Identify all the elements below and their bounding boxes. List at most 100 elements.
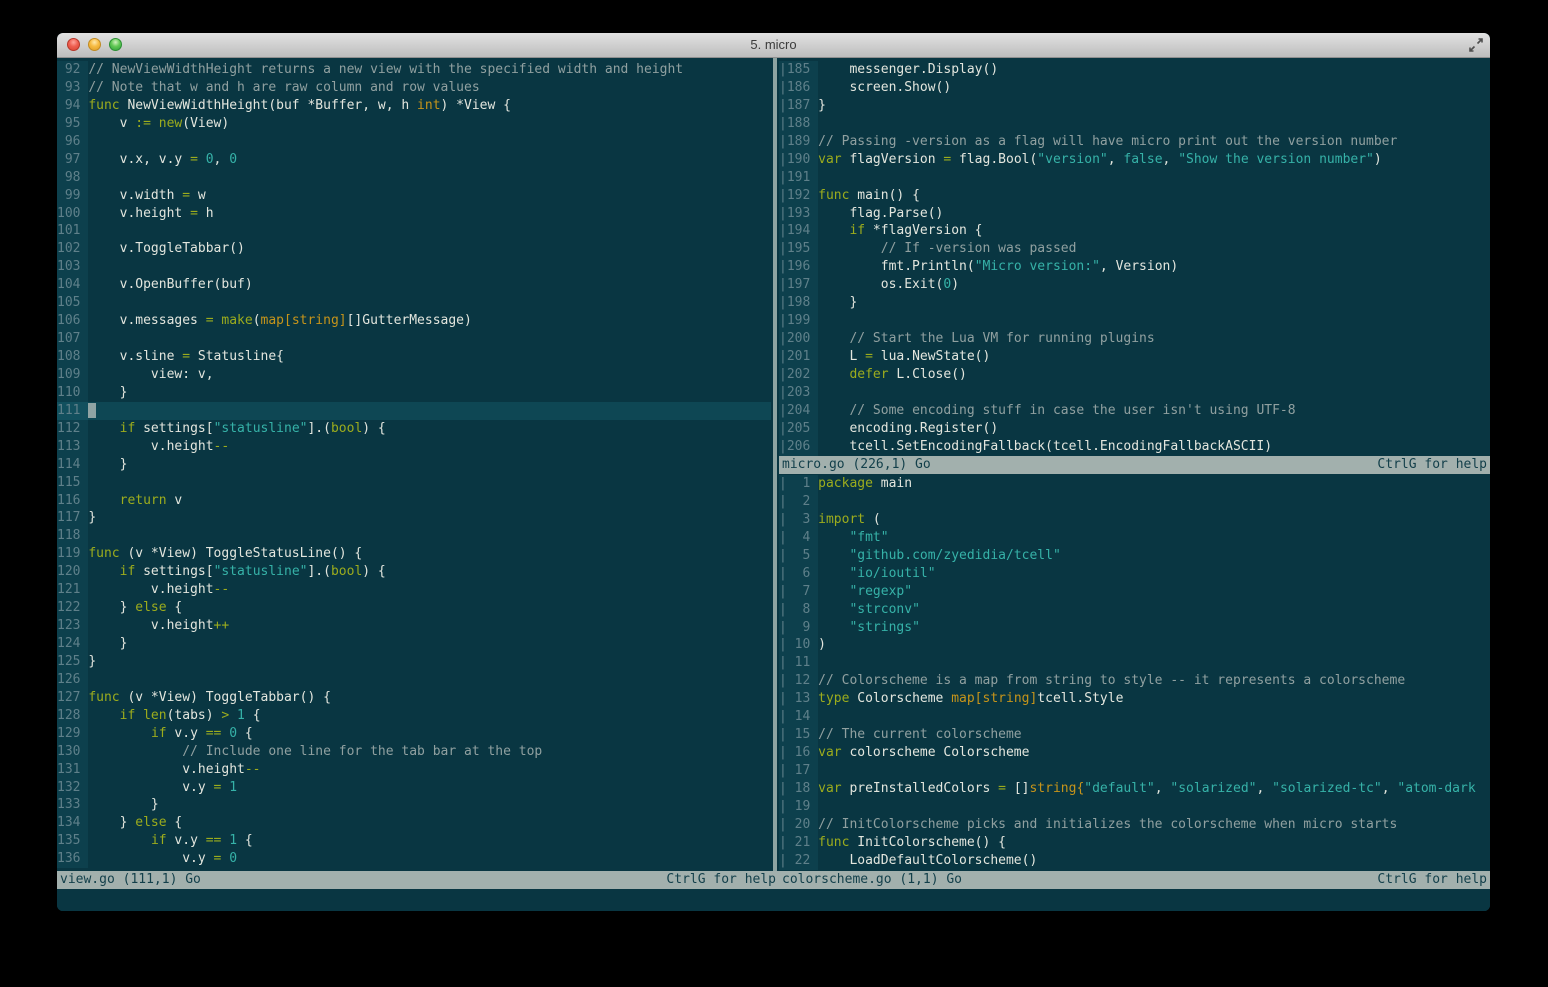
code-line[interactable]: 92 // NewViewWidthHeight returns a new v… [57, 61, 771, 79]
code-line[interactable]: 97 v.x, v.y = 0, 0 [57, 150, 771, 169]
code-line[interactable]: 117 } [57, 509, 771, 528]
code-line[interactable]: |201 L = lua.NewState() [779, 348, 1490, 366]
code-line[interactable]: 102 v.ToggleTabbar() [57, 240, 771, 259]
code-line[interactable]: 104 v.OpenBuffer(buf) [57, 276, 771, 295]
code-line[interactable]: | 4 "fmt" [779, 528, 1490, 547]
code-line[interactable]: 122 } else { [57, 599, 771, 618]
code-line[interactable]: 101 [57, 222, 771, 241]
code-line[interactable]: | 17 [779, 762, 1490, 780]
code-line[interactable]: | 22 LoadDefaultColorscheme() [779, 851, 1490, 870]
line-number: | 2 [779, 492, 819, 511]
code-line[interactable]: | 20 // InitColorscheme picks and initia… [779, 815, 1490, 834]
code-line[interactable]: |189 // Passing -version as a flag will … [779, 132, 1490, 151]
titlebar[interactable]: 5. micro [57, 33, 1490, 58]
code-line[interactable]: 108 v.sline = Statusline{ [57, 348, 771, 366]
code-line[interactable]: | 9 "strings" [779, 618, 1490, 637]
code-line[interactable]: 100 v.height = h [57, 204, 771, 223]
code-line[interactable]: 133 } [57, 796, 771, 815]
code-line[interactable]: |185 messenger.Display() [779, 61, 1490, 79]
code-line[interactable]: 123 v.height++ [57, 617, 771, 635]
code-line[interactable]: | 19 [779, 797, 1490, 816]
code-line[interactable]: | 16 var colorscheme Colorscheme [779, 744, 1490, 762]
code-line[interactable]: 115 [57, 473, 771, 492]
code-line[interactable]: 98 [57, 168, 771, 187]
code-line[interactable]: 121 v.height-- [57, 581, 771, 600]
code-line[interactable]: 112 if settings["statusline"].(bool) { [57, 419, 771, 438]
code-line[interactable]: 126 [57, 670, 771, 689]
code-line[interactable]: 131 v.height-- [57, 760, 771, 779]
code-line[interactable]: | 1 package main [779, 475, 1490, 493]
code-line[interactable]: 127 func (v *View) ToggleTabbar() { [57, 688, 771, 707]
code-line[interactable]: |190 var flagVersion = flag.Bool("versio… [779, 150, 1490, 169]
code-line[interactable]: |186 screen.Show() [779, 78, 1490, 97]
code-line[interactable]: 118 [57, 527, 771, 546]
code-line[interactable]: | 14 [779, 708, 1490, 727]
editor-pane-micro-go[interactable]: |185 messenger.Display() |186 screen.Show… [779, 58, 1490, 456]
code-line[interactable]: |191 [779, 168, 1490, 187]
code-line[interactable]: |203 [779, 383, 1490, 402]
code-line[interactable]: |193 flag.Parse() [779, 204, 1490, 223]
line-number: | 22 [779, 851, 819, 870]
code-line[interactable]: | 13 type Colorscheme map[string]tcell.S… [779, 690, 1490, 709]
line-number: |205 [779, 419, 819, 438]
code-line[interactable]: |196 fmt.Println("Micro version:", Versi… [779, 258, 1490, 277]
line-number: |191 [779, 168, 819, 187]
code-line[interactable]: 111 [57, 401, 771, 420]
code-line[interactable]: | 10 ) [779, 636, 1490, 655]
code-line[interactable]: |200 // Start the Lua VM for running plu… [779, 330, 1490, 348]
code-line[interactable]: |198 } [779, 294, 1490, 313]
code-line[interactable]: 128 if len(tabs) > 1 { [57, 706, 771, 725]
code-line[interactable]: 95 v := new(View) [57, 114, 771, 133]
code-line[interactable]: | 21 func InitColorscheme() { [779, 833, 1490, 852]
code-line[interactable]: 103 [57, 258, 771, 277]
code-line[interactable]: 110 } [57, 383, 771, 402]
code-line[interactable]: 106 v.messages = make(map[string][]Gutte… [57, 312, 771, 331]
code-line[interactable]: | 2 [779, 492, 1490, 511]
line-number: 126 [57, 670, 89, 689]
code-line[interactable]: 130 // Include one line for the tab bar … [57, 742, 771, 761]
code-line[interactable]: |199 [779, 312, 1490, 331]
code-line[interactable]: | 5 "github.com/zyedidia/tcell" [779, 546, 1490, 565]
code-line[interactable]: 132 v.y = 1 [57, 778, 771, 797]
code-line[interactable]: 134 } else { [57, 814, 771, 833]
code-line[interactable]: | 11 [779, 654, 1490, 673]
code-line[interactable]: |188 [779, 114, 1490, 133]
code-line[interactable]: 120 if settings["statusline"].(bool) { [57, 563, 771, 582]
code-line[interactable]: | 12 // Colorscheme is a map from string… [779, 672, 1490, 691]
code-line[interactable]: 125 } [57, 652, 771, 671]
code-line[interactable]: |204 // Some encoding stuff in case the … [779, 401, 1490, 420]
code-line[interactable]: |194 if *flagVersion { [779, 222, 1490, 241]
code-line[interactable]: | 15 // The current colorscheme [779, 726, 1490, 745]
split-divider[interactable] [773, 58, 777, 871]
code-line[interactable]: |197 os.Exit(0) [779, 276, 1490, 295]
code-line[interactable]: |195 // If -version was passed [779, 240, 1490, 259]
code-line[interactable]: 94 func NewViewWidthHeight(buf *Buffer, … [57, 96, 771, 115]
fullscreen-arrows-icon[interactable] [1468, 37, 1484, 53]
code-line[interactable]: | 8 "strconv" [779, 600, 1490, 619]
code-line[interactable]: |192 func main() { [779, 186, 1490, 205]
code-line[interactable]: 129 if v.y == 0 { [57, 724, 771, 743]
code-line[interactable]: |205 encoding.Register() [779, 419, 1490, 438]
editor-pane-colorscheme-go[interactable]: | 1 package main | 2 | 3 import (| 4 "fmt… [779, 474, 1490, 871]
code-line[interactable]: 116 return v [57, 491, 771, 510]
editor-pane-view-go[interactable]: 92 // NewViewWidthHeight returns a new v… [57, 58, 771, 871]
code-line[interactable]: 96 [57, 132, 771, 151]
code-line[interactable]: 119 func (v *View) ToggleStatusLine() { [57, 545, 771, 564]
code-line[interactable]: 124 } [57, 635, 771, 653]
code-line[interactable]: 136 v.y = 0 [57, 850, 771, 869]
code-line[interactable]: 105 [57, 294, 771, 313]
code-line[interactable]: 109 view: v, [57, 365, 771, 384]
code-line[interactable]: 107 [57, 330, 771, 348]
code-line[interactable]: 114 } [57, 455, 771, 474]
code-line[interactable]: 135 if v.y == 1 { [57, 832, 771, 851]
code-line[interactable]: |206 tcell.SetEncodingFallback(tcell.Enc… [779, 437, 1490, 456]
code-line[interactable]: 93 // Note that w and h are raw column a… [57, 78, 771, 97]
code-line[interactable]: | 6 "io/ioutil" [779, 564, 1490, 583]
code-line[interactable]: | 3 import ( [779, 510, 1490, 529]
code-line[interactable]: 99 v.width = w [57, 186, 771, 205]
code-line[interactable]: | 18 var preInstalledColors = []string{"… [779, 779, 1490, 798]
code-line[interactable]: 113 v.height-- [57, 437, 771, 456]
code-line[interactable]: | 7 "regexp" [779, 582, 1490, 601]
code-line[interactable]: |202 defer L.Close() [779, 365, 1490, 384]
code-line[interactable]: |187 } [779, 96, 1490, 115]
